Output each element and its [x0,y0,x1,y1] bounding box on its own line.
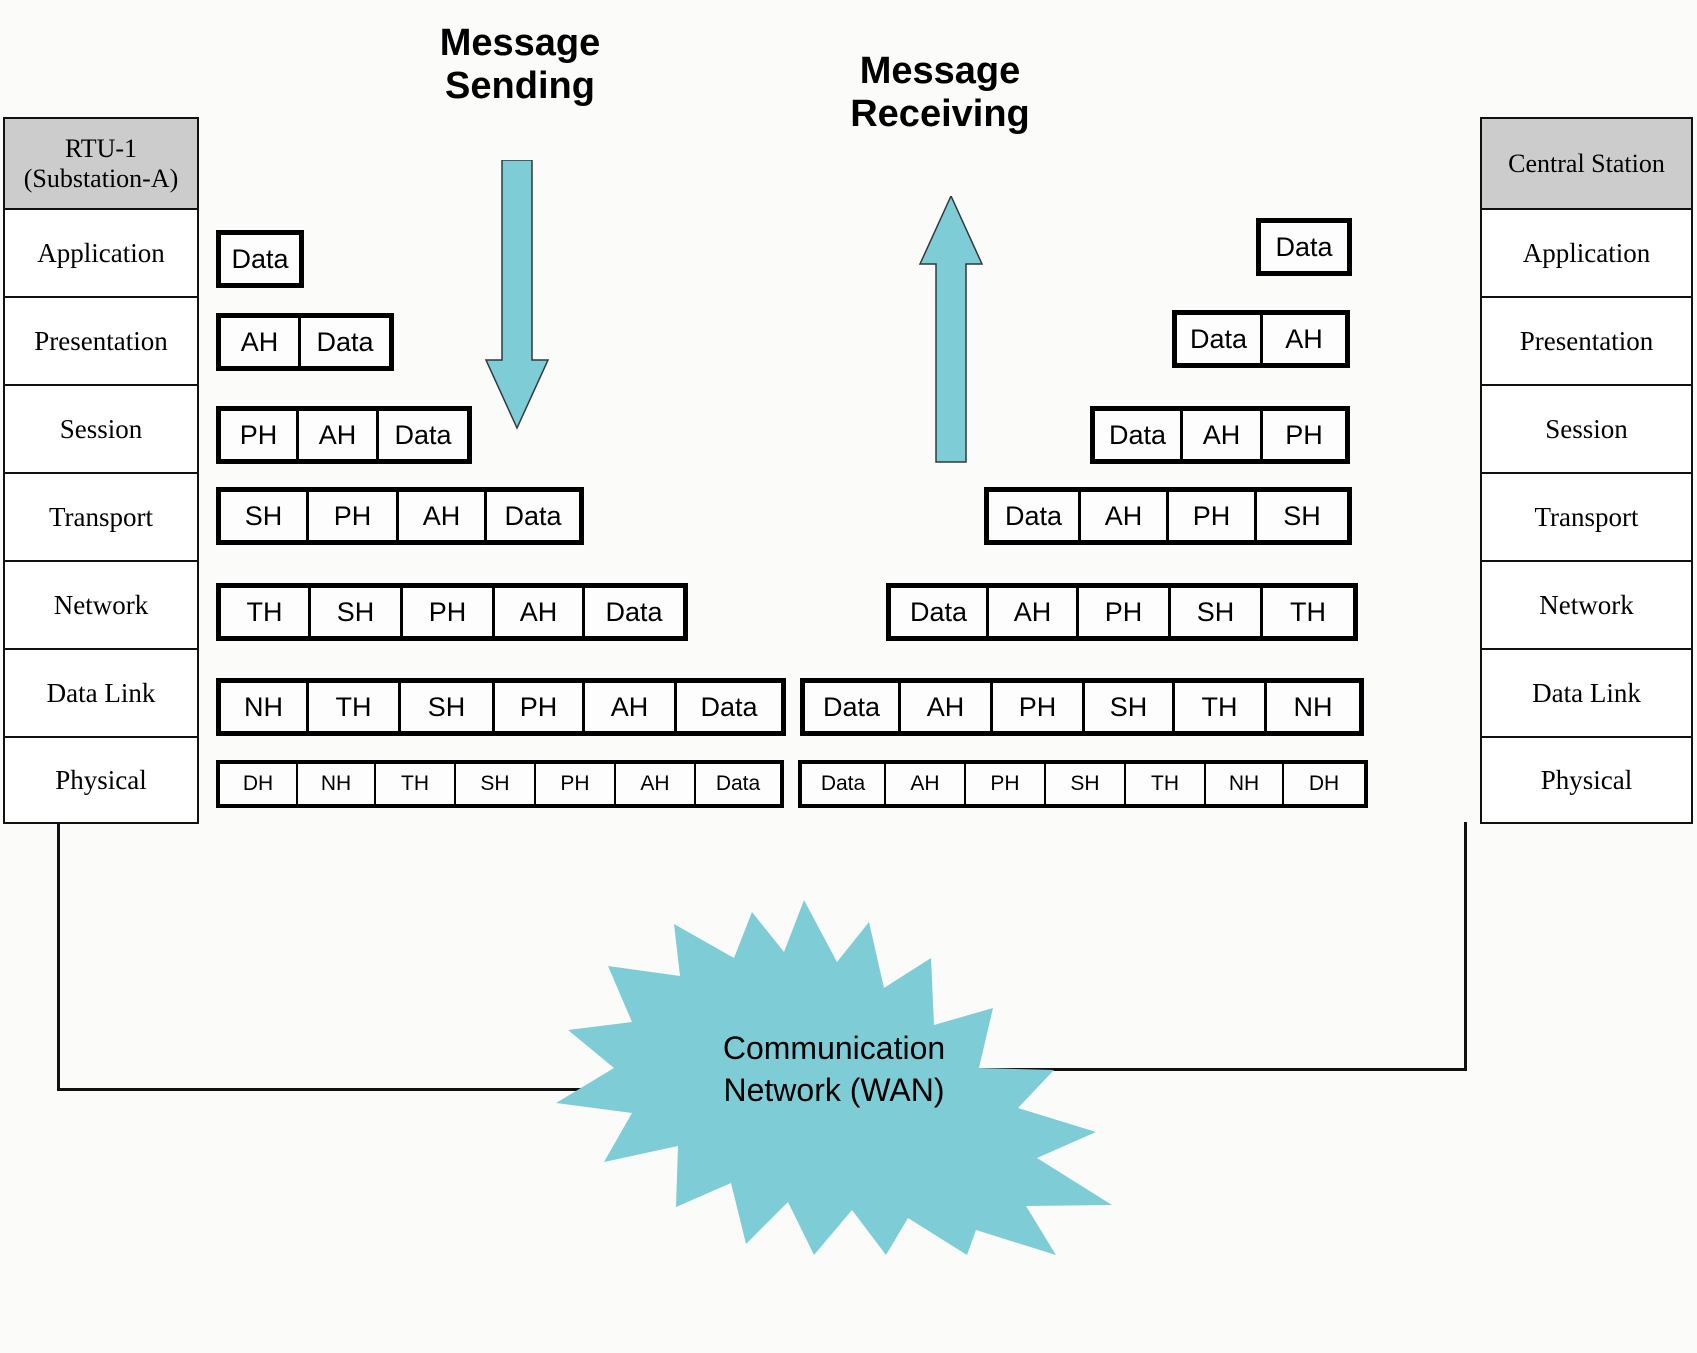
sending-pdu-session: PH AH Data [216,406,472,464]
receiving-pdu-network: Data AH PH SH TH [886,583,1358,641]
pdu-cell: DH [1284,764,1364,804]
pdu-cell: Data [677,683,781,731]
pdu-cell: TH [1263,588,1353,636]
right-layer-application[interactable]: Application [1482,210,1691,298]
communication-network-label: Communication Network (WAN) [722,1030,946,1108]
up-arrow-icon [918,196,984,463]
pdu-cell: AH [989,588,1079,636]
osi-encapsulation-diagram: Message Sending Message Receiving RTU-1 … [0,0,1697,1353]
pdu-cell: TH [376,764,456,804]
pdu-cell: PH [221,411,299,459]
left-physical-connector-vertical [57,822,60,1090]
pdu-cell: SH [1085,683,1175,731]
right-layer-presentation[interactable]: Presentation [1482,298,1691,386]
pdu-cell: AH [495,588,585,636]
pdu-cell: NH [1267,683,1359,731]
communication-network-burst: Communication Network (WAN) [556,900,1112,1255]
pdu-cell: AH [399,492,487,540]
pdu-cell: AH [1081,492,1169,540]
pdu-cell: PH [966,764,1046,804]
pdu-cell: AH [1263,315,1345,363]
pdu-cell: Data [802,764,886,804]
pdu-cell: NH [221,683,309,731]
pdu-cell: PH [495,683,585,731]
pdu-cell: AH [221,318,301,366]
pdu-cell: AH [585,683,677,731]
left-osi-stack: RTU-1 (Substation-A) Application Present… [3,117,199,824]
receiving-pdu-datalink: Data AH PH SH TH NH [800,678,1364,736]
pdu-cell: TH [309,683,401,731]
message-receiving-title: Message Receiving [850,50,1030,135]
pdu-cell: PH [1263,411,1345,459]
pdu-cell: PH [1169,492,1257,540]
pdu-cell: SH [1257,492,1347,540]
pdu-cell: Data [1261,223,1347,271]
left-layer-datalink[interactable]: Data Link [5,650,197,738]
right-physical-connector-vertical [1464,822,1467,1070]
pdu-cell: TH [1175,683,1267,731]
sending-pdu-network: TH SH PH AH Data [216,583,688,641]
left-layer-physical[interactable]: Physical [5,738,197,822]
pdu-cell: AH [901,683,993,731]
pdu-cell: DH [220,764,298,804]
left-layer-network[interactable]: Network [5,562,197,650]
pdu-cell: SH [1171,588,1263,636]
right-stack-header: Central Station [1482,119,1691,210]
pdu-cell: Data [1177,315,1263,363]
pdu-cell: AH [1183,411,1263,459]
sending-pdu-datalink: NH TH SH PH AH Data [216,678,786,736]
right-layer-datalink[interactable]: Data Link [1482,650,1691,738]
pdu-cell: SH [401,683,495,731]
right-osi-stack: Central Station Application Presentation… [1480,117,1693,824]
pdu-cell: Data [487,492,579,540]
pdu-cell: PH [536,764,616,804]
receiving-pdu-transport: Data AH PH SH [984,487,1352,545]
sending-pdu-application: Data [216,230,304,288]
pdu-cell: Data [585,588,683,636]
right-layer-network[interactable]: Network [1482,562,1691,650]
right-layer-transport[interactable]: Transport [1482,474,1691,562]
receiving-pdu-session: Data AH PH [1090,406,1350,464]
pdu-cell: Data [379,411,467,459]
left-layer-transport[interactable]: Transport [5,474,197,562]
pdu-cell: Data [221,235,299,283]
right-layer-session[interactable]: Session [1482,386,1691,474]
pdu-cell: PH [309,492,399,540]
pdu-cell: AH [886,764,966,804]
receiving-pdu-presentation: Data AH [1172,310,1350,368]
left-layer-presentation[interactable]: Presentation [5,298,197,386]
pdu-cell: AH [616,764,696,804]
left-layer-application[interactable]: Application [5,210,197,298]
sending-pdu-transport: SH PH AH Data [216,487,584,545]
pdu-cell: SH [456,764,536,804]
pdu-cell: Data [891,588,989,636]
message-sending-title: Message Sending [439,22,601,107]
down-arrow-icon [484,160,550,430]
pdu-cell: Data [989,492,1081,540]
pdu-cell: NH [1206,764,1284,804]
pdu-cell: AH [299,411,379,459]
pdu-cell: NH [298,764,376,804]
pdu-cell: Data [696,764,780,804]
receiving-pdu-physical: Data AH PH SH TH NH DH [798,760,1368,808]
pdu-cell: SH [1046,764,1126,804]
pdu-cell: TH [1126,764,1206,804]
pdu-cell: PH [993,683,1085,731]
right-layer-physical[interactable]: Physical [1482,738,1691,822]
left-stack-header: RTU-1 (Substation-A) [5,119,197,210]
sending-pdu-physical: DH NH TH SH PH AH Data [216,760,784,808]
pdu-cell: SH [311,588,403,636]
pdu-cell: TH [221,588,311,636]
sending-pdu-presentation: AH Data [216,313,394,371]
pdu-cell: SH [221,492,309,540]
pdu-cell: PH [1079,588,1171,636]
receiving-pdu-application: Data [1256,218,1352,276]
pdu-cell: Data [1095,411,1183,459]
pdu-cell: Data [301,318,389,366]
pdu-cell: Data [805,683,901,731]
left-layer-session[interactable]: Session [5,386,197,474]
pdu-cell: PH [403,588,495,636]
